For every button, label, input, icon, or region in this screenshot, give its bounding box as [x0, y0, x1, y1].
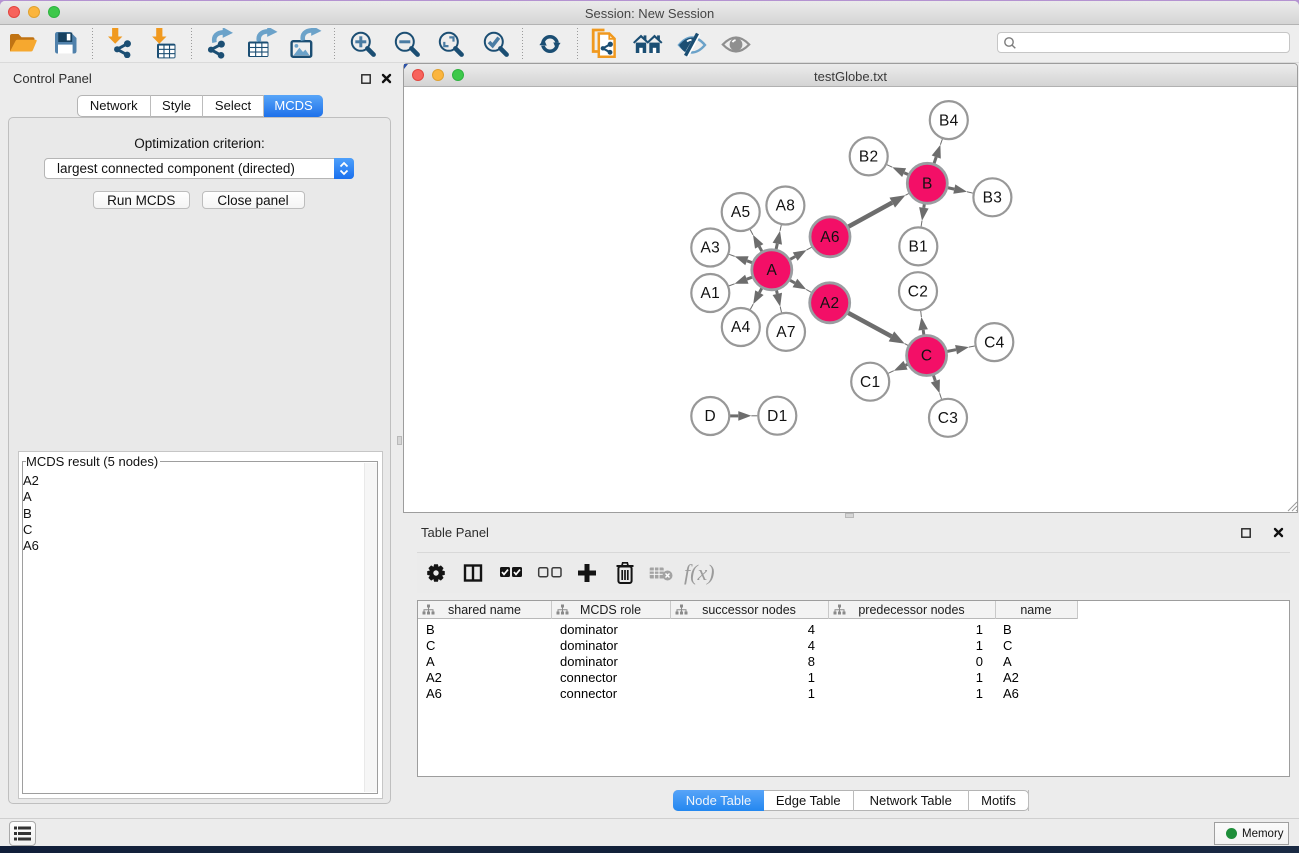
svg-text:C: C [921, 348, 933, 365]
svg-text:C3: C3 [938, 410, 958, 427]
svg-text:C4: C4 [984, 334, 1004, 351]
svg-text:A: A [766, 262, 777, 279]
svg-text:B: B [922, 176, 933, 193]
svg-text:C2: C2 [908, 283, 928, 300]
svg-text:A2: A2 [820, 295, 840, 312]
svg-text:D1: D1 [767, 408, 787, 425]
svg-text:A4: A4 [731, 319, 751, 336]
svg-text:B2: B2 [859, 149, 879, 166]
svg-text:C1: C1 [860, 374, 880, 391]
svg-text:A5: A5 [731, 204, 751, 221]
svg-text:D: D [705, 408, 717, 425]
svg-text:B4: B4 [939, 112, 959, 129]
svg-text:B3: B3 [983, 190, 1003, 207]
svg-text:A1: A1 [701, 285, 721, 302]
svg-text:A7: A7 [776, 324, 796, 341]
svg-text:A8: A8 [776, 198, 796, 215]
svg-text:A3: A3 [701, 240, 721, 257]
svg-text:B1: B1 [909, 239, 929, 256]
svg-text:A6: A6 [820, 229, 840, 246]
